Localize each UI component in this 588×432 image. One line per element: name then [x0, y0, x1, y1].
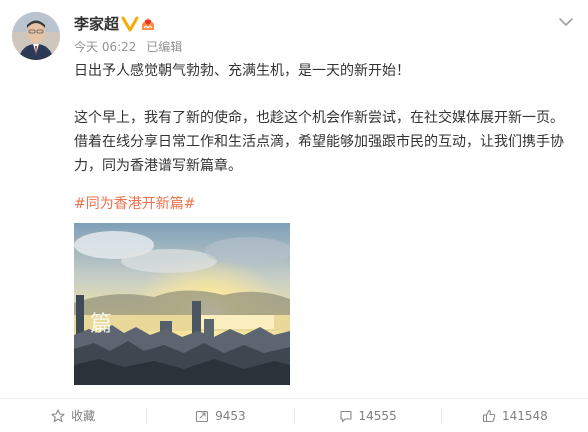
action-bar: 收藏 9453 14555 141548: [0, 398, 588, 432]
post-text-line-4: 力，同为香港谱写新篇章。: [74, 158, 242, 174]
post-card: 李家超 今天 06:22 已编辑 日出予人感觉朝气勃勃、充满生机，是一天的新开始…: [0, 0, 588, 431]
repost-icon: [196, 410, 209, 422]
post-time[interactable]: 今天 06:22: [74, 40, 136, 54]
comment-button[interactable]: 14555: [295, 399, 441, 432]
thumbs-up-icon: [482, 409, 496, 422]
post-text-line-1: 日出予人感觉朝气勃勃、充满生机，是一天的新开始！: [74, 63, 410, 79]
like-count: 141548: [501, 408, 548, 423]
like-button[interactable]: 141548: [442, 399, 588, 432]
fan-badge-icon: [142, 18, 154, 30]
avatar[interactable]: [12, 12, 60, 60]
repost-count: 9453: [215, 408, 246, 423]
author-name[interactable]: 李家超: [74, 14, 119, 34]
post-text-line-3: 借着在线分享日常工作和生活点滴，希望能够加强跟市民的互动，让我们携手协: [74, 134, 564, 150]
post-text-line-2: 这个早上，我有了新的使命，也趁这个机会作新尝试，在社交媒体展开新一页。: [74, 110, 564, 126]
chevron-down-icon[interactable]: [558, 16, 574, 28]
hashtag-link[interactable]: #同为香港开新篇#: [74, 192, 579, 216]
comment-icon: [339, 410, 352, 422]
comment-count: 14555: [358, 408, 397, 423]
image-caption: 篇: [90, 312, 112, 337]
edited-label: 已编辑: [146, 40, 183, 54]
post-image[interactable]: 篇: [74, 223, 290, 385]
post-meta: 今天 06:22 已编辑: [74, 39, 188, 55]
star-icon: [51, 408, 65, 422]
favorite-label: 收藏: [71, 409, 96, 423]
favorite-button[interactable]: 收藏: [0, 399, 146, 432]
repost-button[interactable]: 9453: [147, 399, 293, 432]
verified-badge-icon: [121, 16, 139, 32]
